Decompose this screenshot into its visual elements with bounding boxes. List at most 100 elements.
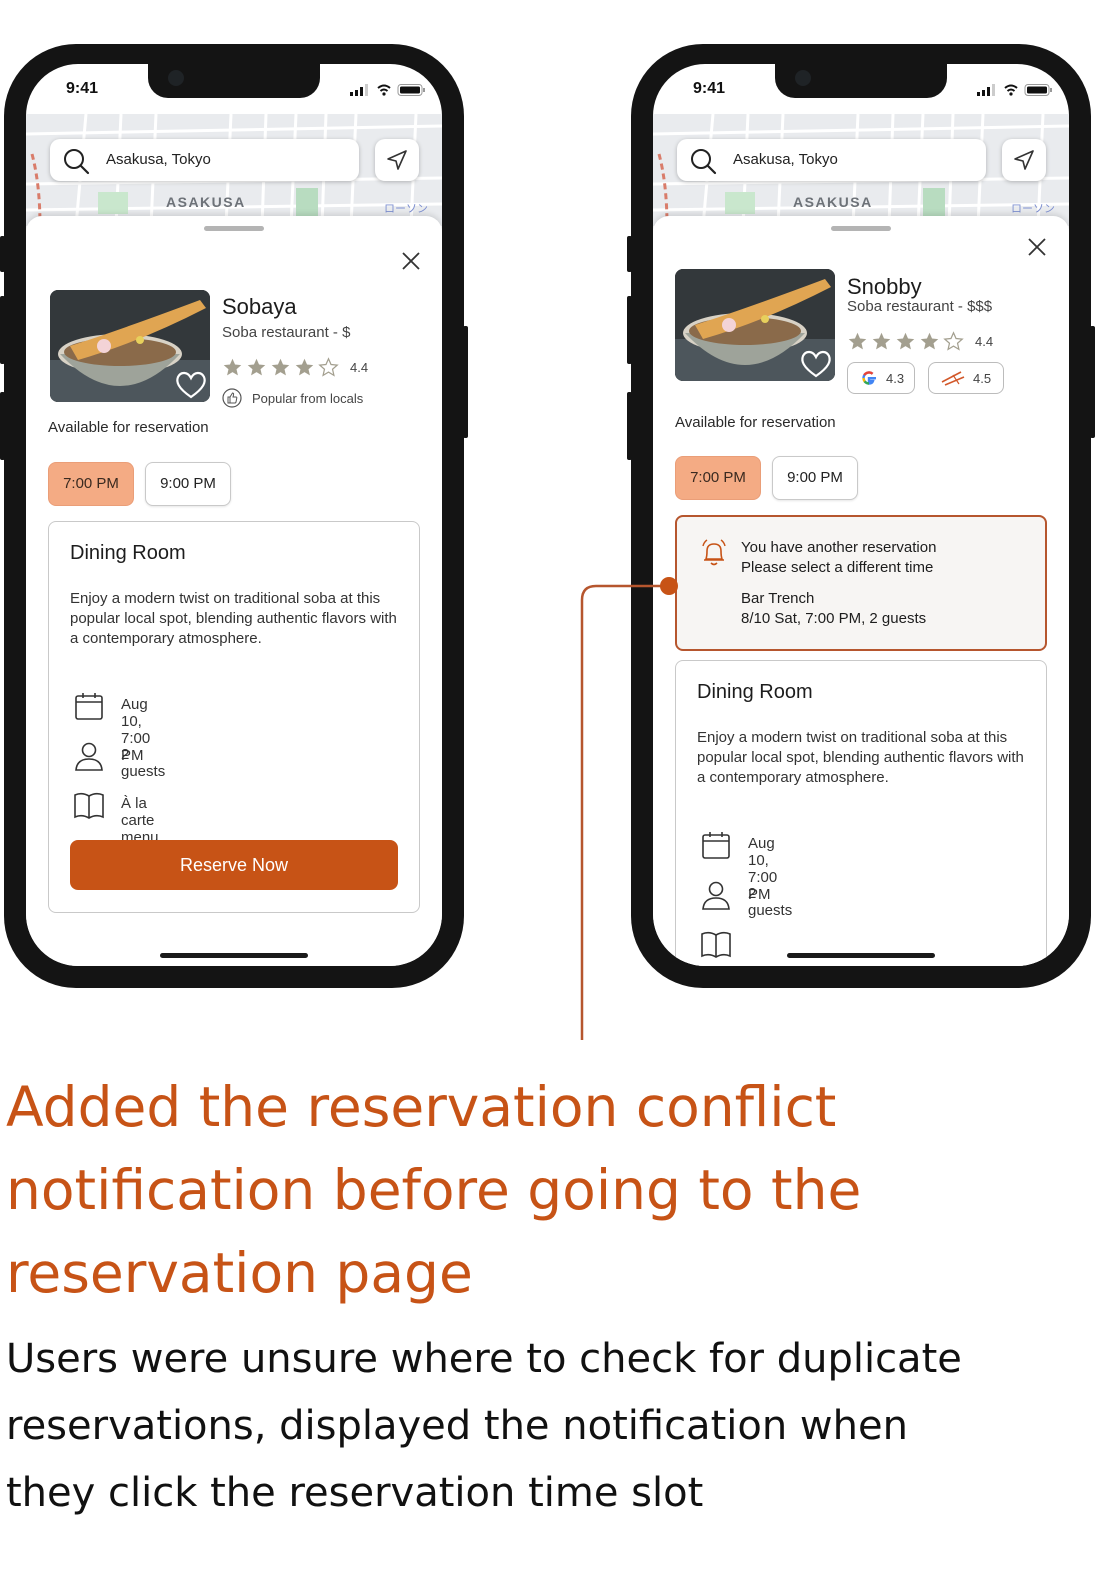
time-slot-700pm[interactable]: 7:00 PM (675, 456, 761, 500)
body-text: Users were unsure where to check for dup… (6, 1326, 1096, 1527)
star-rating (222, 356, 342, 378)
map-label-asakusa: ASAKUSA (793, 194, 873, 210)
navigation-arrow-icon (387, 150, 407, 170)
reserve-now-button[interactable]: Reserve Now (70, 840, 398, 890)
locate-button[interactable] (375, 139, 419, 181)
local-rating-badge[interactable]: 4.5 (928, 362, 1004, 394)
search-text: Asakusa, Tokyo (106, 151, 211, 168)
room-title: Dining Room (70, 542, 186, 564)
map-label-asakusa: ASAKUSA (166, 194, 246, 210)
search-input[interactable]: Asakusa, Tokyo (677, 139, 986, 181)
star-filled-icon (896, 332, 915, 349)
restaurant-sheet: Snobby Soba restaurant - $$$ 4.4 4.3 4.5… (653, 216, 1069, 966)
conflict-details: 8/10 Sat, 7:00 PM, 2 guests (741, 610, 927, 627)
book-icon (701, 931, 731, 958)
phone-mockup-right: 9:41 ASAKUSA ローソン Asakusa, Tokyo Snobby … (627, 44, 1095, 988)
restaurant-type: Soba restaurant - $ (222, 324, 351, 341)
alarm-bell-icon (702, 539, 726, 566)
body-line-3: they click the reservation time slot (6, 1470, 704, 1516)
headline: Added the reservation conflict notificat… (6, 1066, 1096, 1315)
room-description: Enjoy a modern twist on traditional soba… (697, 729, 1024, 786)
person-icon (75, 742, 103, 771)
time-slot-700pm[interactable]: 7:00 PM (48, 462, 134, 506)
star-filled-icon (920, 332, 939, 349)
google-score: 4.3 (886, 371, 905, 386)
search-icon (691, 149, 717, 175)
notch (148, 64, 320, 98)
conflict-line-1: You have another reservation (741, 539, 937, 556)
map-label-store: ローソン (1011, 203, 1055, 215)
star-filled-icon (295, 358, 314, 375)
book-icon (74, 792, 104, 819)
status-time: 9:41 (66, 80, 99, 97)
body-line-1: Users were unsure where to check for dup… (6, 1336, 962, 1382)
time-slot-900pm[interactable]: 9:00 PM (145, 462, 231, 506)
restaurant-photo[interactable] (50, 290, 210, 402)
star-rating (847, 330, 967, 352)
locate-button[interactable] (1002, 139, 1046, 181)
restaurant-photo[interactable] (675, 269, 835, 381)
close-icon[interactable] (399, 249, 423, 273)
status-icons (350, 84, 425, 96)
conflict-venue: Bar Trench (741, 590, 815, 607)
volume-up-button (627, 296, 632, 364)
star-empty-icon (318, 356, 339, 377)
volume-down-button (627, 392, 632, 460)
sheet-grabber[interactable] (204, 226, 264, 231)
conflict-line-2: Please select a different time (741, 559, 934, 576)
favorite-heart-icon[interactable] (174, 370, 208, 400)
time-slot-900pm[interactable]: 9:00 PM (772, 456, 858, 500)
available-label: Available for reservation (48, 419, 209, 436)
star-filled-icon (872, 332, 891, 349)
map-view[interactable]: ASAKUSA ローソン Asakusa, Tokyo (653, 114, 1069, 226)
headline-line-1: Added the reservation conflict (6, 1075, 837, 1139)
star-filled-icon (271, 358, 290, 375)
screen: 9:41 ASAKUSA ローソン Asakusa, Tokyo Sobaya … (26, 64, 442, 966)
available-label: Available for reservation (675, 414, 836, 431)
map-label-store: ローソン (384, 203, 428, 215)
room-title: Dining Room (697, 681, 813, 703)
close-icon[interactable] (1025, 235, 1049, 259)
phone-mockup-left: 9:41 ASAKUSA ローソン Asakusa, Tokyo Sobaya … (0, 44, 468, 988)
calendar-icon (75, 693, 103, 720)
search-text: Asakusa, Tokyo (733, 151, 838, 168)
status-time: 9:41 (693, 80, 726, 97)
body-line-2: reservations, displayed the notification… (6, 1403, 908, 1449)
room-description: Enjoy a modern twist on traditional soba… (70, 590, 397, 647)
restaurant-name: Snobby (847, 274, 922, 299)
dining-room-card: Dining Room Enjoy a modern twist on trad… (48, 521, 420, 913)
search-input[interactable]: Asakusa, Tokyo (50, 139, 359, 181)
dining-room-card: Dining Room Enjoy a modern twist on trad… (675, 660, 1047, 966)
mute-switch (627, 236, 632, 272)
chopsticks-icon (941, 371, 965, 386)
star-empty-icon (943, 330, 964, 351)
popular-label: Popular from locals (252, 391, 364, 406)
thumbs-up-icon (222, 388, 242, 408)
screen: 9:41 ASAKUSA ローソン Asakusa, Tokyo Snobby … (653, 64, 1069, 966)
sheet-grabber[interactable] (831, 226, 891, 231)
headline-line-2: notification before going to the (6, 1158, 862, 1222)
favorite-heart-icon[interactable] (799, 349, 833, 379)
restaurant-type: Soba restaurant - $$$ (847, 298, 993, 315)
headline-line-3: reservation page (6, 1241, 473, 1305)
rating-value: 4.4 (975, 334, 994, 349)
notch (775, 64, 947, 98)
star-filled-icon (848, 332, 867, 349)
restaurant-sheet: Sobaya Soba restaurant - $ 4.4 Popular f… (26, 216, 442, 966)
star-filled-icon (223, 358, 242, 375)
power-button (463, 326, 468, 438)
reservation-conflict-alert: You have another reservation Please sele… (675, 515, 1047, 651)
calendar-icon (702, 832, 730, 859)
guests-text: 2 guests (121, 746, 166, 780)
menu-text: À la carte menu (121, 795, 159, 846)
rating-value: 4.4 (350, 360, 369, 375)
navigation-arrow-icon (1014, 150, 1034, 170)
status-icons (977, 84, 1052, 96)
map-view[interactable]: ASAKUSA ローソン Asakusa, Tokyo (26, 114, 442, 226)
volume-up-button (0, 296, 5, 364)
google-rating-badge[interactable]: 4.3 (847, 362, 915, 394)
google-icon (862, 371, 876, 385)
mute-switch (0, 236, 5, 272)
volume-down-button (0, 392, 5, 460)
home-indicator (160, 953, 308, 958)
